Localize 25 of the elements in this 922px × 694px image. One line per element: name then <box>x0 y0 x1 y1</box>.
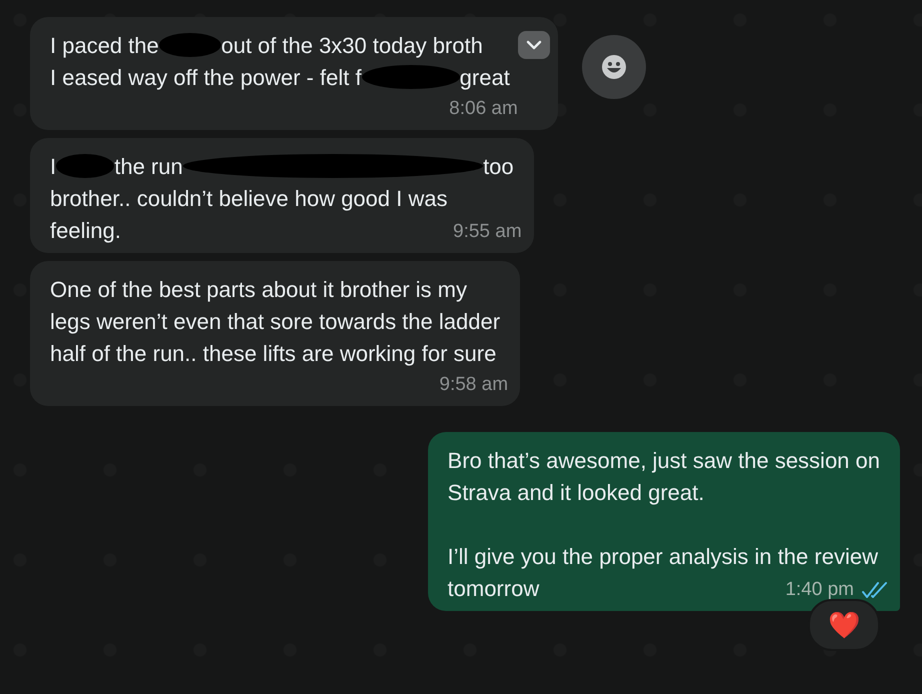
message-text: great <box>458 65 510 90</box>
message-text: I paced the <box>50 33 160 58</box>
smiley-icon <box>600 52 628 80</box>
message-text: I’ll give you the proper analysis in the review <box>448 544 878 569</box>
message-time: 9:55 am <box>453 221 522 243</box>
message-text: One of the best parts about it brother is my <box>50 277 467 302</box>
message-text: I eased way off the power - felt f <box>50 65 362 90</box>
message-text: half of the run.. these lifts are working for sure <box>50 341 496 366</box>
redaction-mark <box>56 154 114 178</box>
dropdown-button[interactable] <box>518 31 550 59</box>
message-text: Strava and it looked great. <box>448 480 704 505</box>
message-time: 1:40 pm <box>785 579 854 601</box>
message-text: brother.. couldn’t believe how good I was <box>50 186 448 211</box>
message-text: tomorrow <box>448 576 540 601</box>
message-text: I <box>50 154 58 179</box>
chevron-down-icon <box>526 40 542 50</box>
message-text: the run <box>113 154 184 179</box>
message-text: Bro that’s awesome, just saw the session on <box>448 448 880 473</box>
message-text: out of the 3x30 today broth <box>220 33 483 58</box>
message-time: 8:06 am <box>449 98 518 120</box>
message-text: feeling. <box>50 218 121 243</box>
message-text: too <box>482 154 514 179</box>
message-time: 9:58 am <box>439 374 508 396</box>
message-text: legs weren’t even that sore towards the ladder <box>50 309 500 334</box>
reaction-badge[interactable]: ❤ <box>808 599 880 651</box>
